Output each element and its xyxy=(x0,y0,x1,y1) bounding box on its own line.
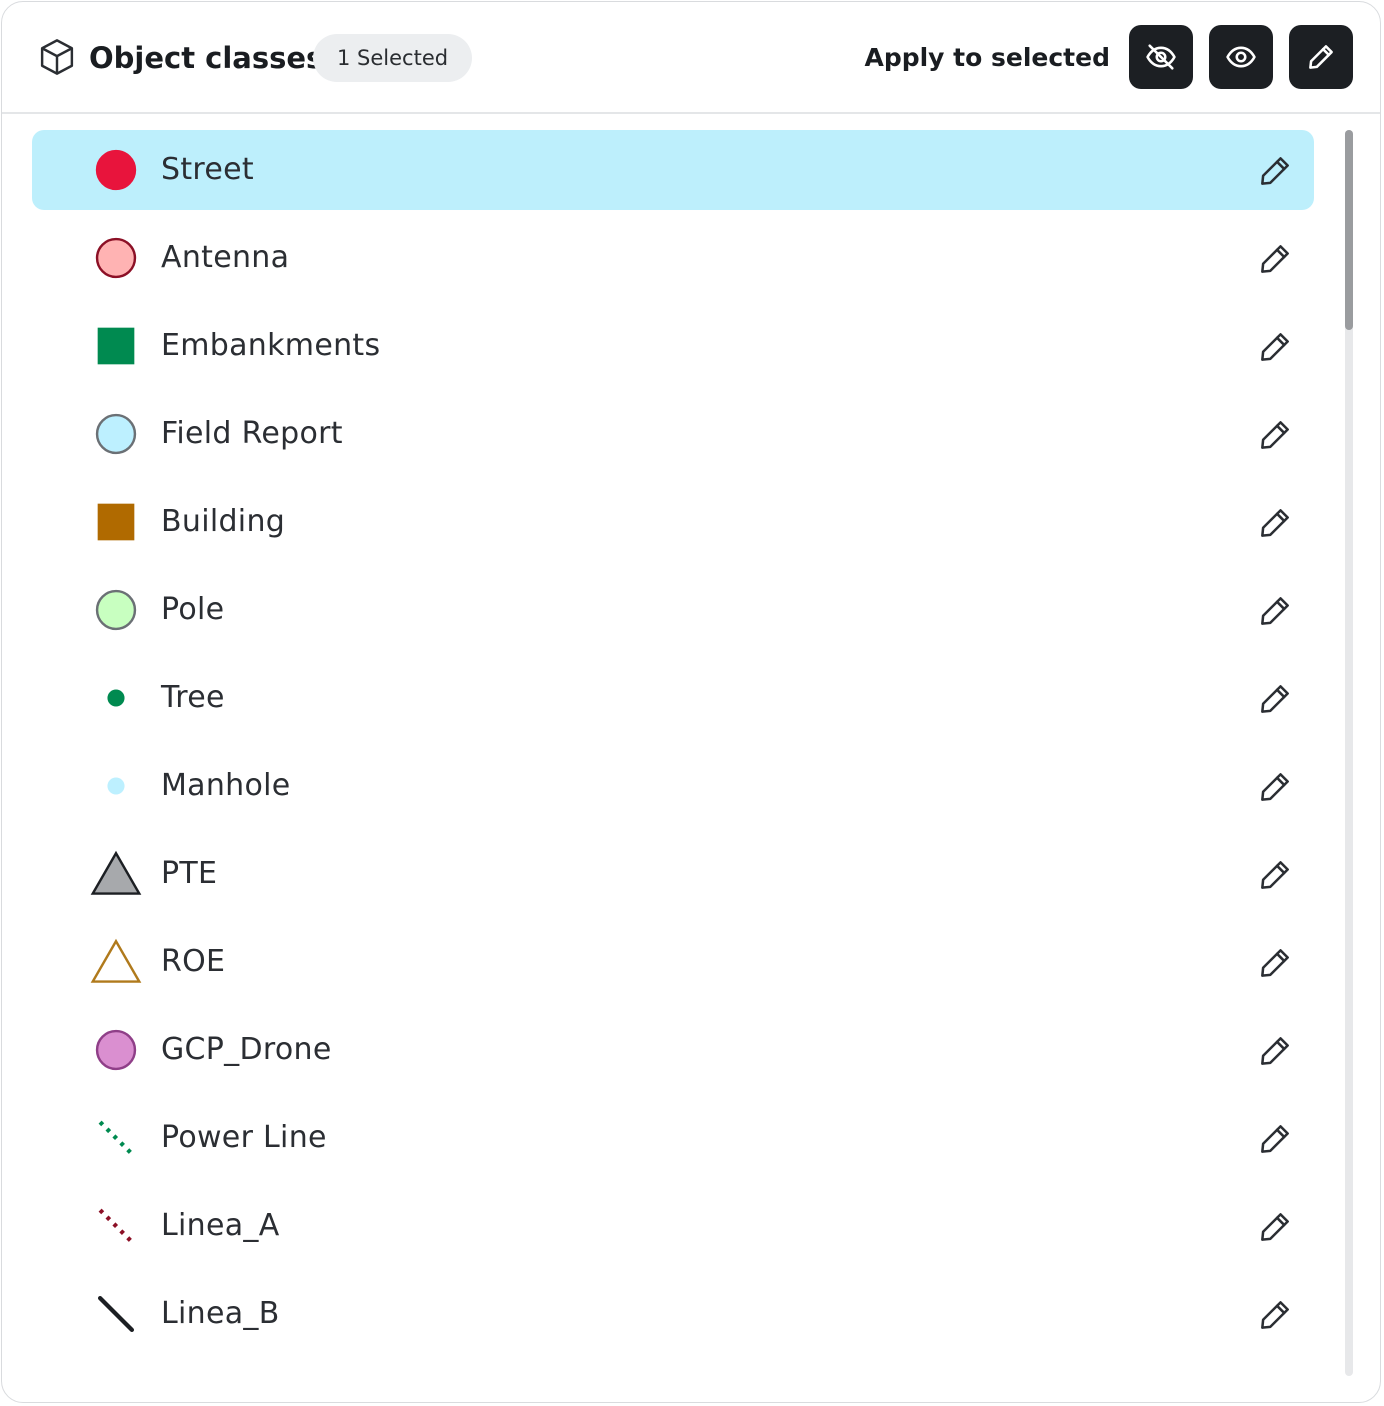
triangle-symbol-icon xyxy=(90,850,142,895)
scrollbar-thumb[interactable] xyxy=(1345,130,1353,330)
line-symbol-icon xyxy=(97,1295,135,1333)
list-item-label: Pole xyxy=(161,592,225,627)
pencil-icon[interactable] xyxy=(1256,328,1294,366)
pencil-icon[interactable] xyxy=(1256,768,1294,806)
panel-title: Object classes xyxy=(89,41,324,75)
circle-symbol-icon xyxy=(95,237,137,279)
pencil-icon[interactable] xyxy=(1256,416,1294,454)
list-item-label: Building xyxy=(161,504,286,539)
list-scrollbar[interactable] xyxy=(1345,130,1353,1376)
pencil-icon[interactable] xyxy=(1256,1032,1294,1070)
edit-selected-button[interactable] xyxy=(1289,25,1353,89)
list-item-pte[interactable]: PTE xyxy=(32,834,1314,914)
list-item-label: Antenna xyxy=(161,240,290,275)
eye-off-icon xyxy=(1146,44,1176,70)
list-item-linea-b[interactable]: Linea_B xyxy=(32,1274,1314,1354)
dot-symbol-icon xyxy=(98,680,134,716)
list-item-tree[interactable]: Tree xyxy=(32,658,1314,738)
list-item-label: PTE xyxy=(161,856,218,891)
pencil-icon[interactable] xyxy=(1256,592,1294,630)
list-item-label: Field Report xyxy=(161,416,343,451)
pencil-icon[interactable] xyxy=(1256,1208,1294,1246)
pencil-icon[interactable] xyxy=(1256,944,1294,982)
list-item-building[interactable]: Building xyxy=(32,482,1314,562)
list-item-label: GCP_Drone xyxy=(161,1032,332,1067)
object-classes-panel: Object classes 1 Selected Apply to selec… xyxy=(1,1,1381,1403)
list-item-label: Embankments xyxy=(161,328,381,363)
list-item-label: Linea_A xyxy=(161,1208,280,1243)
list-item-embankments[interactable]: Embankments xyxy=(32,306,1314,386)
square-symbol-icon xyxy=(97,327,135,365)
cube-icon xyxy=(40,39,74,75)
list-item-field-report[interactable]: Field Report xyxy=(32,394,1314,474)
selected-count-badge: 1 Selected xyxy=(313,34,473,82)
circle-symbol-icon xyxy=(95,589,137,631)
list-item-label: Street xyxy=(161,152,254,187)
pencil-icon[interactable] xyxy=(1256,1296,1294,1334)
list-item-antenna[interactable]: Antenna xyxy=(32,218,1314,298)
list-item-power-line[interactable]: Power Line xyxy=(32,1098,1314,1178)
circle-symbol-icon xyxy=(95,149,137,191)
pencil-icon[interactable] xyxy=(1256,504,1294,542)
list-item-label: Tree xyxy=(161,680,225,715)
list-item-roe[interactable]: ROE xyxy=(32,922,1314,1002)
object-class-list: Street Antenna Embankments Field Report Buil… xyxy=(32,130,1314,1362)
dotted-line-symbol-icon xyxy=(98,1208,134,1244)
square-symbol-icon xyxy=(97,503,135,541)
pencil-icon[interactable] xyxy=(1256,680,1294,718)
pencil-icon[interactable] xyxy=(1256,152,1294,190)
list-item-label: Manhole xyxy=(161,768,291,803)
pencil-icon xyxy=(1309,45,1333,69)
pencil-icon[interactable] xyxy=(1256,1120,1294,1158)
pencil-icon[interactable] xyxy=(1256,240,1294,278)
list-item-label: ROE xyxy=(161,944,226,979)
panel-header: Object classes 1 Selected Apply to selec… xyxy=(2,2,1380,114)
pencil-icon[interactable] xyxy=(1256,856,1294,894)
list-item-street[interactable]: Street xyxy=(32,130,1314,210)
dotted-line-symbol-icon xyxy=(98,1120,134,1156)
list-item-label: Power Line xyxy=(161,1120,327,1155)
hide-selected-button[interactable] xyxy=(1129,25,1193,89)
triangle-symbol-icon xyxy=(90,938,142,983)
list-item-gcp-drone[interactable]: GCP_Drone xyxy=(32,1010,1314,1090)
circle-symbol-icon xyxy=(95,413,137,455)
list-item-manhole[interactable]: Manhole xyxy=(32,746,1314,826)
dot-symbol-icon xyxy=(98,768,134,804)
apply-to-selected-label: Apply to selected xyxy=(864,43,1110,72)
eye-icon xyxy=(1226,46,1256,68)
list-item-label: Linea_B xyxy=(161,1296,280,1331)
list-item-linea-a[interactable]: Linea_A xyxy=(32,1186,1314,1266)
list-item-pole[interactable]: Pole xyxy=(32,570,1314,650)
circle-symbol-icon xyxy=(95,1029,137,1071)
show-selected-button[interactable] xyxy=(1209,25,1273,89)
